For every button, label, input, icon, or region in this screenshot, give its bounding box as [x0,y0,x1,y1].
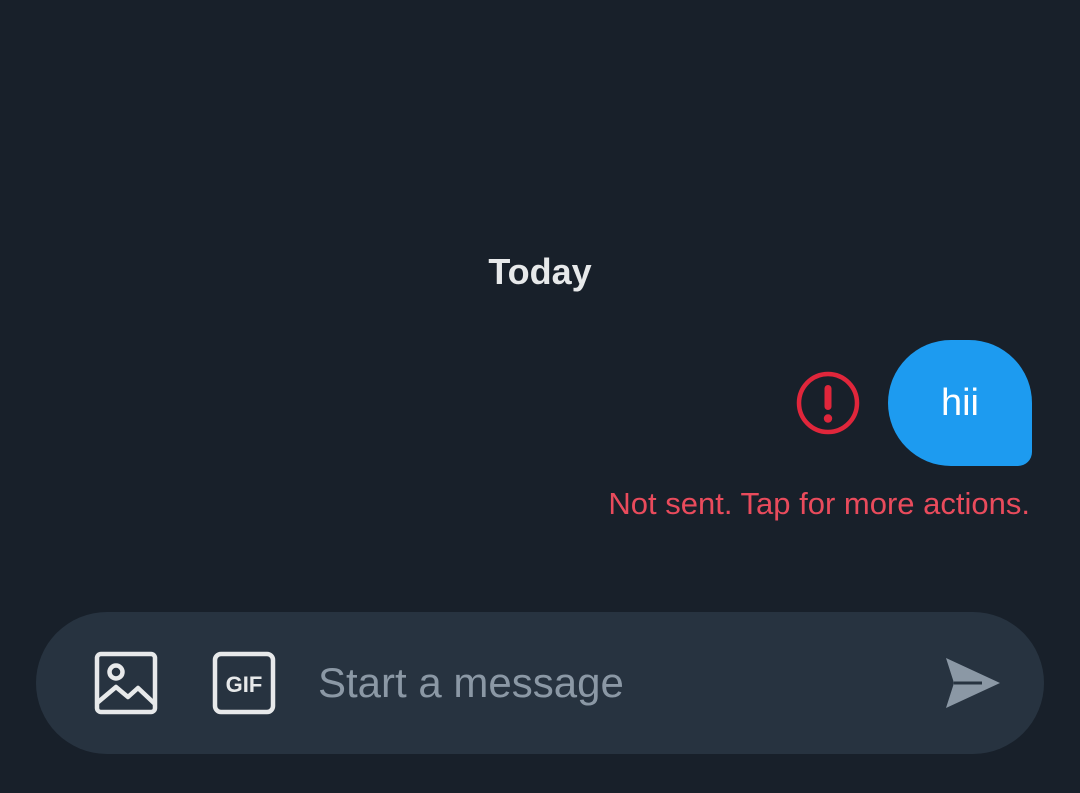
gif-icon[interactable]: GIF [212,651,276,715]
message-status-text[interactable]: Not sent. Tap for more actions. [608,483,1030,525]
gif-icon-label: GIF [226,672,263,697]
message-row: hii [796,340,1032,466]
message-text: hii [940,381,980,424]
message-composer: GIF [36,612,1044,754]
message-bubble[interactable]: hii [888,340,1032,466]
dm-conversation-screen: Today hii Not sent. Tap for more actions… [0,0,1080,793]
error-exclamation-icon[interactable] [796,371,860,435]
image-icon[interactable] [94,651,158,715]
message-input[interactable] [318,656,878,710]
send-icon[interactable] [942,652,1004,714]
date-divider: Today [488,251,592,292]
